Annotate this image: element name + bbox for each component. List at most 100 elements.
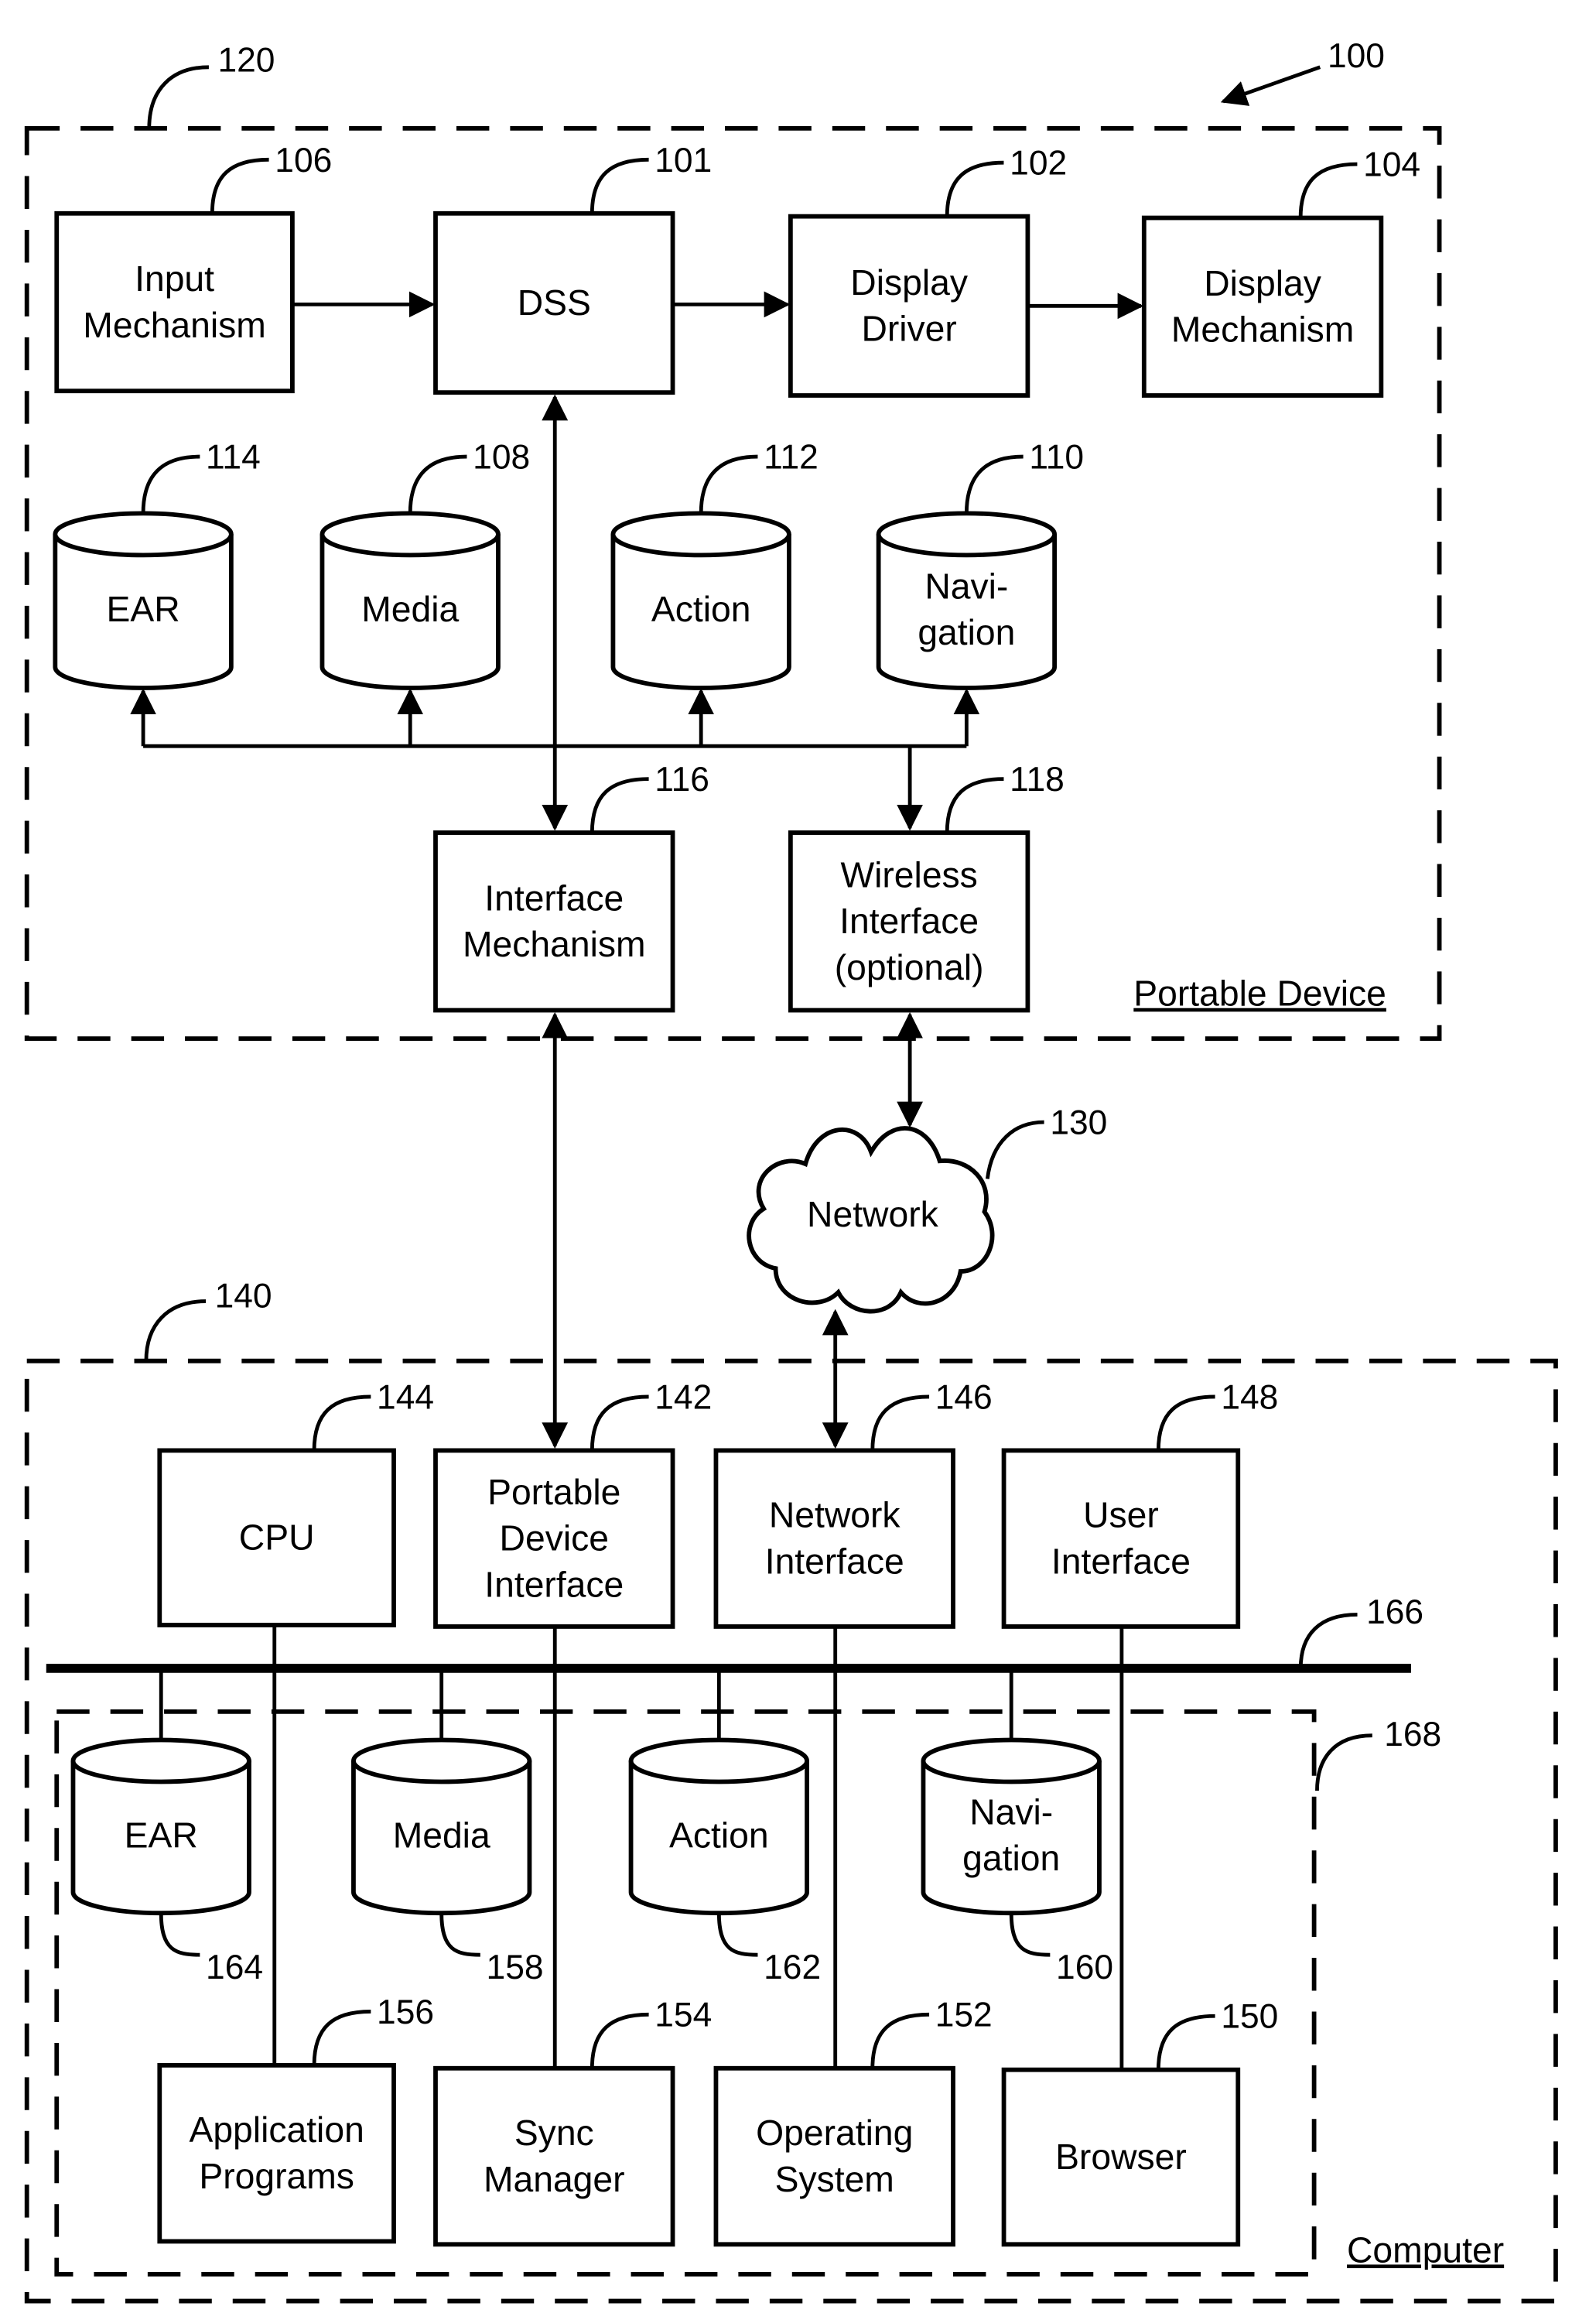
interface-portable-device-interface-ref-leader [590,1394,649,1451]
pc-store-navigation-ref-leader [1009,1913,1051,1957]
portable-device-ref: 120 [217,42,275,80]
pc-store-navigation-label-line: Navi- [969,1791,1053,1832]
block-interface-mechanism-box [433,830,675,1013]
system-block-diagram: 100 120 Portable Device Input Mechanism 10… [24,37,1558,2304]
program-application-programs-box [157,2062,396,2244]
program-application-programs-ref: 156 [377,1993,434,2031]
pc-store-ear-ref: 164 [206,1949,263,1986]
block-wireless-interface-ref: 118 [1010,761,1065,799]
network-label: Network [807,1194,939,1234]
block-dss-ref: 101 [654,142,712,180]
store-navigation-label-line: gation [918,612,1015,652]
program-operating-system-label-line: System [775,2159,894,2199]
computer-title: Computer [1347,2229,1504,2270]
computer-ref-leader [144,1299,207,1361]
pc-store-navigation-label-line: gation [962,1838,1060,1878]
block-input-label-line: Input [135,258,214,299]
portable-device-ref-leader [147,65,209,128]
block-display-driver: Display Driver 102 [788,145,1067,398]
store-media-top [320,511,501,558]
store-navigation-label-line: Navi- [924,566,1008,606]
block-display-mechanism: Display Mechanism 104 [1141,146,1420,398]
pc-store-action-top [628,1737,809,1784]
program-application-programs-ref-leader [312,2010,371,2065]
pc-store-navigation-top [921,1737,1102,1784]
program-sync-manager-ref-leader [590,2012,649,2068]
program-browser-ref-leader [1156,2014,1215,2070]
interface-portable-device-interface-label-line: Interface [484,1564,624,1604]
program-sync-manager-box [433,2065,675,2247]
storage-group-ref: 168 [1384,1716,1441,1754]
block-input-box [54,210,295,394]
program-sync-manager-label-line: Sync [514,2113,594,2153]
block-wireless-interface-label-line: (optional) [835,947,984,987]
program-browser-ref: 150 [1221,1998,1278,2036]
program-operating-system-ref-leader [870,2012,930,2068]
pc-store-media-top [351,1737,532,1784]
interface-network-interface-ref: 146 [935,1378,993,1416]
interface-user-interface: User Interface 148 [1001,1378,1278,1629]
block-display-driver-ref: 102 [1010,145,1067,183]
block-input-ref-leader [210,157,269,214]
program-operating-system-label-line: Operating [756,2113,913,2153]
bus-ref-leader [1298,1613,1358,1668]
figure-ref-arrow [1220,65,1321,106]
program-operating-system-box [713,2065,955,2247]
store-action-ref: 112 [764,439,819,477]
store-ear-top [53,511,234,558]
block-display-mechanism-ref: 104 [1363,146,1420,184]
interface-user-interface-label-line: User [1083,1495,1159,1535]
portable-device-group: 120 Portable Device Input Mechanism 106 DSS… [24,42,1442,1042]
block-display-driver-ref-leader [945,160,1004,217]
store-action: Action 112 [610,439,819,690]
store-action-ref-leader [699,454,758,514]
block-dss-label-line: DSS [518,282,591,323]
program-sync-manager: Sync Manager 154 [433,1997,712,2247]
store-action-label-line: Action [651,589,751,629]
block-wireless-interface-label-line: Interface [839,901,979,941]
interface-network-interface-ref-leader [870,1394,930,1451]
program-operating-system: Operating System 152 [713,1997,993,2247]
store-navigation: Navi-gation 110 [876,439,1084,690]
store-media-ref: 108 [473,439,530,477]
store-navigation-ref: 110 [1029,439,1084,477]
store-navigation-ref-leader [964,454,1024,514]
program-application-programs-label-line: Application [189,2109,364,2150]
pc-store-action-label-line: Action [669,1815,769,1855]
pc-store-navigation: Navi-gation 160 [921,1737,1113,1986]
block-display-driver-label-line: Display [850,262,969,303]
block-display-mechanism-label-line: Display [1204,263,1322,303]
network-ref: 130 [1050,1104,1107,1142]
pc-store-media-ref-leader [439,1913,480,1957]
pc-store-media-label-line: Media [393,1815,490,1855]
interface-user-interface-label-line: Interface [1051,1541,1191,1581]
pc-store-media: Media 158 [351,1737,544,1986]
program-operating-system-ref: 152 [935,1997,993,2034]
program-application-programs-label-line: Programs [199,2156,354,2196]
interface-cpu: CPU 144 [157,1378,434,1627]
interface-network-interface: Network Interface 146 [713,1378,993,1629]
block-display-driver-box [788,214,1030,398]
block-interface-mechanism-ref-leader [590,777,649,833]
figure-ref-label: 100 [1328,37,1385,75]
portable-device-title: Portable Device [1133,973,1386,1014]
pc-store-navigation-ref: 160 [1056,1949,1113,1986]
network-cloud: Network 130 [747,1104,1107,1314]
block-display-mechanism-label-line: Mechanism [1171,310,1355,350]
pc-store-action: Action 162 [628,1737,821,1986]
interface-portable-device-interface: Portable Device Interface 142 [433,1378,712,1629]
computer-group: 140 Computer 166 168 CPU 144 Portable Devic… [24,1277,1558,2304]
block-display-driver-label-line: Driver [861,309,956,349]
store-media-ref-leader [408,454,467,514]
block-dss: DSS 101 [433,142,712,395]
store-ear-label-line: EAR [107,589,180,629]
pc-store-ear-ref-leader [159,1913,200,1957]
interface-cpu-label-line: CPU [239,1517,315,1558]
block-wireless-interface-ref-leader [945,777,1004,833]
block-dss-ref-leader [590,157,649,214]
computer-ref: 140 [215,1277,272,1315]
interface-network-interface-label-line: Network [769,1495,901,1535]
interface-user-interface-ref-leader [1156,1394,1215,1451]
store-navigation-top [876,511,1058,558]
pc-store-ear-label-line: EAR [125,1815,198,1855]
